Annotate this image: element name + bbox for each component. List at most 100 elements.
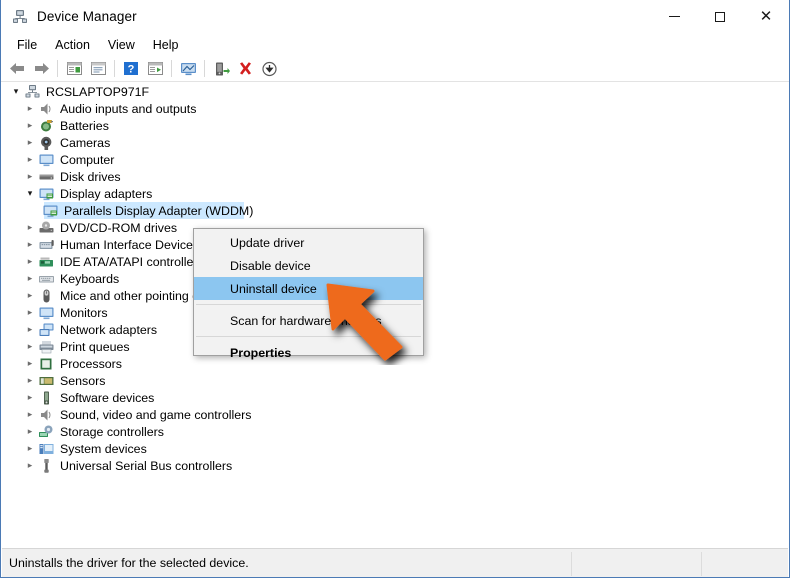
- properties-icon[interactable]: [62, 58, 86, 80]
- chevron-right-icon[interactable]: ▸: [22, 407, 38, 423]
- svg-text:?: ?: [128, 63, 135, 75]
- tree-item-software-devices[interactable]: ▸ Software devices: [2, 389, 788, 406]
- context-menu-item-update-driver[interactable]: Update driver: [194, 231, 423, 254]
- monitor-icon: [38, 152, 55, 168]
- tree-item-batteries[interactable]: ▸ Batteries: [2, 117, 788, 134]
- chevron-down-icon[interactable]: ▾: [8, 84, 24, 100]
- scan-for-hardware-changes-icon[interactable]: [176, 58, 200, 80]
- chevron-right-icon[interactable]: ▸: [22, 237, 38, 253]
- window-controls: ✕: [651, 0, 789, 33]
- display-adapter-icon: [42, 203, 59, 219]
- chevron-right-icon[interactable]: ▸: [22, 373, 38, 389]
- chevron-right-icon[interactable]: ▸: [22, 322, 38, 338]
- usb-icon: [38, 458, 55, 474]
- context-menu[interactable]: Update driver Disable device Uninstall d…: [193, 228, 424, 360]
- uninstall-device-icon[interactable]: [209, 58, 233, 80]
- context-menu-item-properties[interactable]: Properties: [194, 341, 423, 364]
- status-bar-divider: [701, 552, 702, 576]
- tree-item-audio-inputs-and-outputs[interactable]: ▸ Audio inputs and outputs: [2, 100, 788, 117]
- menu-bar: File Action View Help: [1, 33, 789, 56]
- mouse-icon: [38, 288, 55, 304]
- chevron-right-icon[interactable]: ▸: [22, 339, 38, 355]
- context-menu-item-uninstall-device[interactable]: Uninstall device: [194, 277, 423, 300]
- status-bar: Uninstalls the driver for the selected d…: [2, 548, 788, 577]
- chevron-right-icon[interactable]: ▸: [22, 220, 38, 236]
- tree-item-cameras[interactable]: ▸ Cameras: [2, 134, 788, 151]
- menu-help[interactable]: Help: [144, 35, 188, 55]
- dvd-drive-icon: [38, 220, 55, 236]
- chevron-right-icon[interactable]: ▸: [22, 424, 38, 440]
- tree-item-label: Storage controllers: [60, 424, 164, 439]
- disk-drive-icon: [38, 169, 55, 185]
- chevron-right-icon[interactable]: ▸: [22, 458, 38, 474]
- camera-icon: [38, 135, 55, 151]
- tree-item-label: Human Interface Devices: [60, 237, 200, 252]
- update-driver-icon[interactable]: [86, 58, 110, 80]
- monitor-icon: [38, 305, 55, 321]
- menu-file[interactable]: File: [8, 35, 46, 55]
- context-menu-separator: [196, 336, 421, 337]
- tree-root-item[interactable]: ▾ RCSLAPTOP971F: [2, 83, 788, 100]
- help-icon[interactable]: ?: [119, 58, 143, 80]
- context-menu-item-scan-for-hardware-changes[interactable]: Scan for hardware changes: [194, 309, 423, 332]
- chevron-right-icon[interactable]: ▸: [22, 356, 38, 372]
- tree-item-label: Universal Serial Bus controllers: [60, 458, 233, 473]
- tree-item-label: Cameras: [60, 135, 111, 150]
- chevron-right-icon[interactable]: ▸: [22, 288, 38, 304]
- tree-item-parallels-display-adapter[interactable]: Parallels Display Adapter (WDDM): [2, 202, 788, 219]
- speaker-icon: [38, 407, 55, 423]
- hid-icon: [38, 237, 55, 253]
- context-menu-item-disable-device[interactable]: Disable device: [194, 254, 423, 277]
- tree-item-sensors[interactable]: ▸ Sensors: [2, 372, 788, 389]
- tree-item-computer[interactable]: ▸ Computer: [2, 151, 788, 168]
- disable-device-icon[interactable]: [233, 58, 257, 80]
- printer-icon: [38, 339, 55, 355]
- chevron-right-icon[interactable]: ▸: [22, 441, 38, 457]
- software-device-icon: [38, 390, 55, 406]
- minimize-button[interactable]: [651, 0, 697, 33]
- tree-item-display-adapters[interactable]: ▾ Display adapters: [2, 185, 788, 202]
- tree-item-label: Disk drives: [60, 169, 121, 184]
- chevron-right-icon[interactable]: ▸: [22, 254, 38, 270]
- tree-item-sound-video-and-game-controllers[interactable]: ▸ Sound, video and game controllers: [2, 406, 788, 423]
- back-arrow-icon[interactable]: [5, 58, 29, 80]
- tree-item-label: Monitors: [60, 305, 108, 320]
- menu-action[interactable]: Action: [46, 35, 99, 55]
- system-device-icon: [38, 441, 55, 457]
- keyboard-icon: [38, 271, 55, 287]
- status-bar-divider: [571, 552, 572, 576]
- status-bar-text: Uninstalls the driver for the selected d…: [9, 556, 249, 570]
- chevron-right-icon[interactable]: ▸: [22, 169, 38, 185]
- chevron-right-icon[interactable]: ▸: [22, 305, 38, 321]
- chevron-right-icon[interactable]: ▸: [22, 271, 38, 287]
- tree-item-label: Sound, video and game controllers: [60, 407, 252, 422]
- chevron-right-icon[interactable]: ▸: [22, 101, 38, 117]
- tree-item-label: Audio inputs and outputs: [60, 101, 197, 116]
- forward-arrow-icon[interactable]: [29, 58, 53, 80]
- show-hidden-devices-icon[interactable]: [143, 58, 167, 80]
- maximize-button[interactable]: [697, 0, 743, 33]
- chevron-right-icon[interactable]: ▸: [22, 135, 38, 151]
- chevron-right-icon[interactable]: ▸: [22, 390, 38, 406]
- tree-item-label: System devices: [60, 441, 147, 456]
- tree-item-system-devices[interactable]: ▸ System devices: [2, 440, 788, 457]
- menu-view[interactable]: View: [99, 35, 144, 55]
- close-button[interactable]: ✕: [743, 0, 789, 33]
- computer-root-icon: [24, 84, 41, 100]
- chevron-down-icon[interactable]: ▾: [22, 186, 38, 202]
- chevron-right-icon[interactable]: ▸: [22, 152, 38, 168]
- tree-item-label: Processors: [60, 356, 122, 371]
- tree-item-disk-drives[interactable]: ▸ Disk drives: [2, 168, 788, 185]
- tree-item-label: Sensors: [60, 373, 106, 388]
- tree-item-label: Display adapters: [60, 186, 153, 201]
- update-driver-software-icon[interactable]: [257, 58, 281, 80]
- tree-item-universal-serial-bus-controllers[interactable]: ▸ Universal Serial Bus controllers: [2, 457, 788, 474]
- tree-root-label: RCSLAPTOP971F: [46, 84, 150, 99]
- tree-item-label: IDE ATA/ATAPI controllers: [60, 254, 204, 269]
- network-adapter-icon: [38, 322, 55, 338]
- tree-item-storage-controllers[interactable]: ▸ Storage controllers: [2, 423, 788, 440]
- battery-icon: [38, 118, 55, 134]
- chevron-right-icon[interactable]: ▸: [22, 118, 38, 134]
- window-title: Device Manager: [37, 9, 137, 24]
- tree-item-label: Parallels Display Adapter (WDDM): [64, 203, 254, 218]
